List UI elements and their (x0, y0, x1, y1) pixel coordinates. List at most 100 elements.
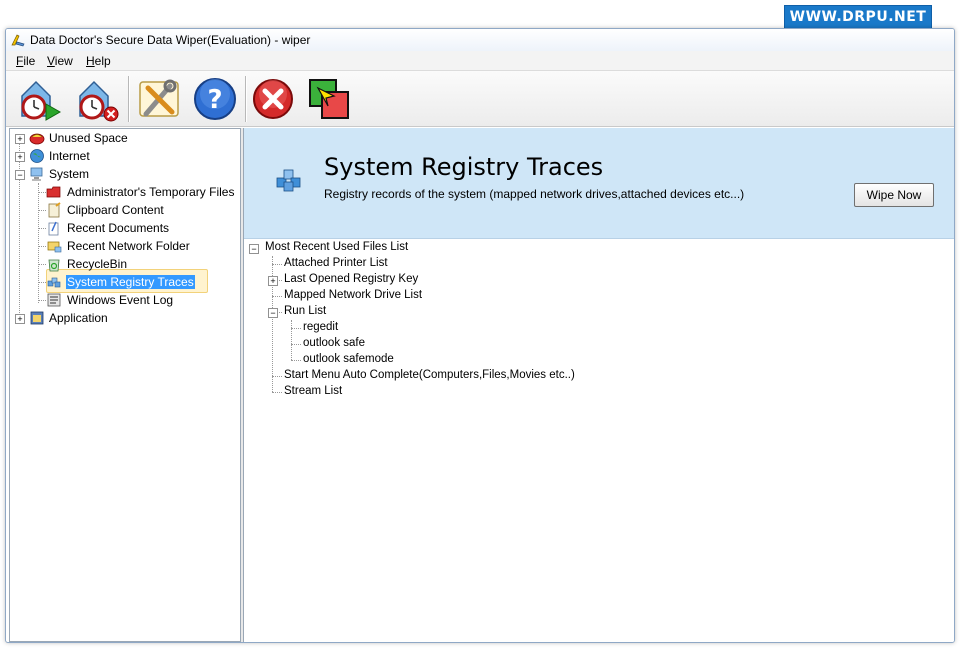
tree-line (38, 192, 46, 193)
tree-item-most-recent-used[interactable]: − Most Recent Used Files List (244, 240, 944, 256)
computer-icon (30, 167, 43, 181)
details-header: System Registry Traces Registry records … (244, 128, 954, 239)
tree-item-recent-documents[interactable]: Recent Documents (46, 219, 240, 237)
menu-help[interactable]: Help (86, 54, 111, 68)
details-pane: System Registry Traces Registry records … (243, 128, 954, 642)
clipboard-icon (48, 202, 61, 218)
tree-label: RecycleBin (67, 257, 128, 271)
menu-help-mnemonic: H (86, 54, 95, 68)
application-icon (30, 311, 44, 325)
tree-label: Windows Event Log (67, 293, 174, 307)
menu-file-label: ile (23, 54, 36, 68)
tree-item-unused-space[interactable]: + Unused Space (10, 129, 240, 147)
tree-line (38, 246, 46, 247)
settings-icon[interactable] (134, 74, 184, 124)
cancel-schedule-icon[interactable] (72, 74, 122, 124)
exit-icon[interactable] (248, 74, 298, 124)
title-bar: Data Doctor's Secure Data Wiper(Evaluati… (6, 29, 954, 52)
collapse-icon[interactable]: − (249, 244, 259, 254)
tree-label: Last Opened Registry Key (284, 273, 419, 285)
tree-item-system[interactable]: − System (10, 165, 240, 183)
tree-label: regedit (303, 321, 339, 333)
tree-item-regedit[interactable]: regedit (244, 320, 944, 336)
tree-line (38, 210, 46, 211)
recycle-bin-icon (48, 259, 60, 272)
tree-line (38, 183, 39, 303)
tree-label: Recent Documents (67, 221, 170, 235)
collapse-icon[interactable]: − (268, 308, 278, 318)
category-tree: + Unused Space + Internet − System Admin… (9, 128, 241, 642)
tree-label: Internet (49, 149, 90, 163)
tree-item-outlook-safe[interactable]: outlook safe (244, 336, 944, 352)
tree-item-attached-printer[interactable]: Attached Printer List (244, 256, 944, 272)
tree-item-recyclebin[interactable]: RecycleBin (46, 255, 240, 273)
menu-file[interactable]: File (16, 54, 35, 68)
tree-label: Mapped Network Drive List (284, 289, 423, 301)
details-title: System Registry Traces (324, 153, 604, 181)
registry-icon (276, 169, 301, 192)
registry-items-tree: − Most Recent Used Files List Attached P… (244, 240, 954, 642)
documents-icon (48, 221, 59, 236)
tree-label: Start Menu Auto Complete(Computers,Files… (284, 369, 575, 381)
svg-text:?: ? (207, 85, 222, 115)
tree-label: Run List (284, 305, 327, 317)
tree-item-clipboard[interactable]: Clipboard Content (46, 201, 240, 219)
registry-icon (47, 277, 61, 288)
tree-label: Unused Space (49, 131, 128, 145)
toolbar: ? (6, 71, 954, 127)
help-icon[interactable]: ? (190, 74, 240, 124)
toolbar-separator (128, 76, 130, 122)
app-icon (11, 34, 25, 47)
tree-label: System Registry Traces (66, 275, 195, 289)
window-title: Data Doctor's Secure Data Wiper(Evaluati… (30, 33, 311, 47)
tree-item-stream-list[interactable]: Stream List (244, 384, 944, 400)
expand-icon[interactable]: + (268, 276, 278, 286)
expand-icon[interactable]: + (15, 152, 25, 162)
toolbar-separator (245, 76, 247, 122)
tree-item-last-opened-key[interactable]: + Last Opened Registry Key (244, 272, 944, 288)
tree-label: outlook safemode (303, 353, 394, 365)
folder-icon (46, 186, 61, 198)
expand-icon[interactable]: + (15, 314, 25, 324)
switch-view-icon[interactable] (304, 74, 354, 124)
tree-label: Most Recent Used Files List (265, 241, 409, 253)
tree-label: Clipboard Content (67, 203, 164, 217)
network-folder-icon (47, 241, 62, 253)
tree-line (38, 228, 46, 229)
tree-item-mapped-network-drive[interactable]: Mapped Network Drive List (244, 288, 944, 304)
tree-label: Stream List (284, 385, 343, 397)
tree-item-outlook-safemode[interactable]: outlook safemode (244, 352, 944, 368)
tree-line (38, 264, 46, 265)
menu-view[interactable]: View (47, 54, 73, 68)
drpu-watermark: WWW.DRPU.NET (784, 5, 932, 30)
unused-space-icon (29, 133, 45, 145)
tree-item-system-registry-traces[interactable]: System Registry Traces (46, 273, 240, 291)
menu-view-label: iew (54, 54, 73, 68)
tree-item-start-menu-auto-complete[interactable]: Start Menu Auto Complete(Computers,Files… (244, 368, 944, 384)
expand-icon[interactable]: + (15, 134, 25, 144)
collapse-icon[interactable]: − (15, 170, 25, 180)
globe-icon (30, 149, 44, 163)
tree-item-internet[interactable]: + Internet (10, 147, 240, 165)
tree-label: Attached Printer List (284, 257, 388, 269)
menu-bar: File View Help (6, 51, 954, 71)
tree-label: System (49, 167, 90, 181)
tree-line (38, 282, 46, 283)
tree-label: Administrator's Temporary Files (67, 185, 235, 199)
tree-line (38, 300, 46, 301)
tree-item-windows-event-log[interactable]: Windows Event Log (46, 291, 240, 309)
tree-label: outlook safe (303, 337, 366, 349)
menu-view-mnemonic: V (47, 54, 55, 68)
event-log-icon (47, 293, 61, 307)
tree-label: Application (49, 311, 108, 325)
tree-label: Recent Network Folder (67, 239, 190, 253)
wipe-now-button[interactable]: Wipe Now (854, 183, 934, 207)
tree-item-application[interactable]: + Application (10, 309, 240, 327)
tree-item-run-list[interactable]: − Run List (244, 304, 944, 320)
schedule-wipe-icon[interactable] (14, 74, 64, 124)
app-window: Data Doctor's Secure Data Wiper(Evaluati… (5, 28, 955, 643)
menu-help-label: elp (94, 54, 111, 68)
details-subtitle: Registry records of the system (mapped n… (324, 187, 745, 201)
tree-item-recent-network-folder[interactable]: Recent Network Folder (46, 237, 240, 255)
tree-item-admin-temp-files[interactable]: Administrator's Temporary Files (46, 183, 240, 201)
